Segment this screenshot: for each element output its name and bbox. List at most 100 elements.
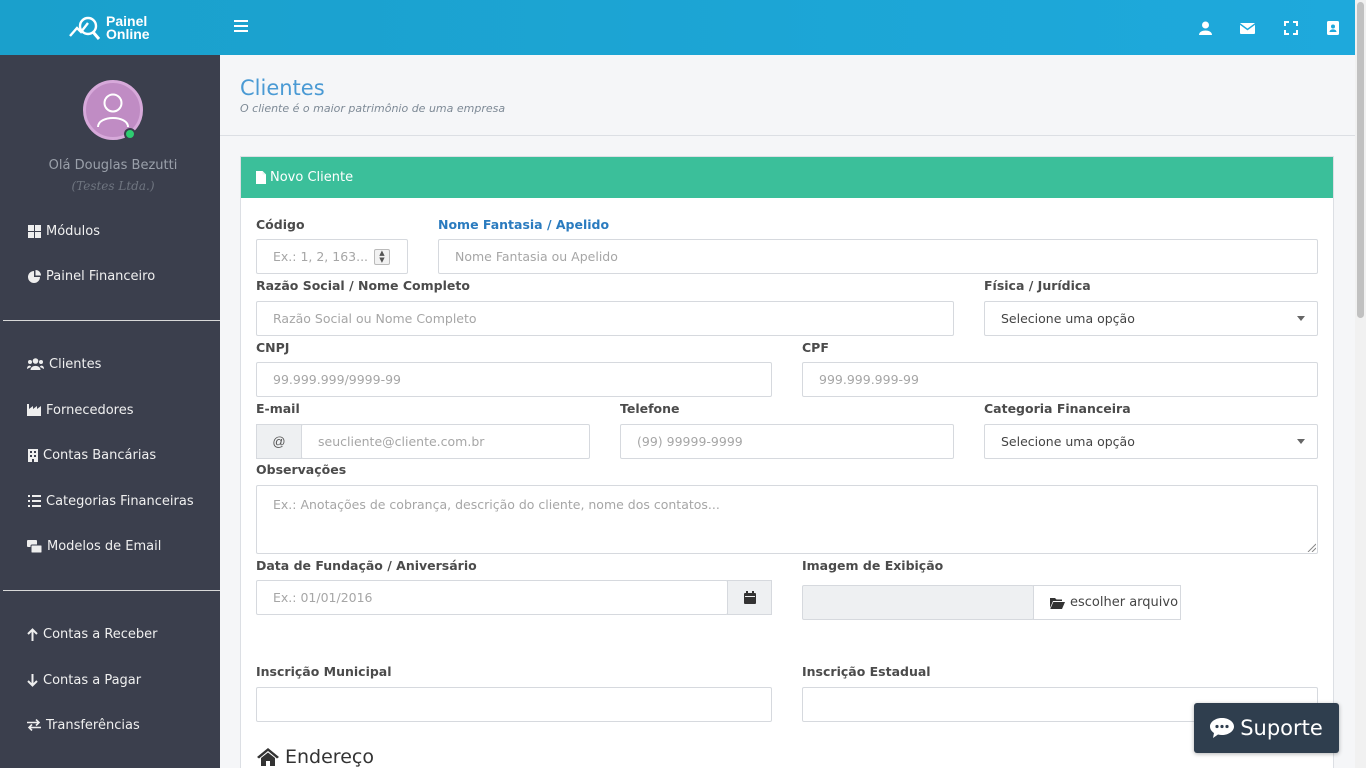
fullscreen-icon[interactable] xyxy=(1282,19,1300,37)
choose-file-label: escolher arquivo xyxy=(1070,595,1179,610)
list-icon xyxy=(27,494,41,508)
new-client-panel: Novo Cliente Código Ex.: 1, 2, 163... ▲ ▼… xyxy=(240,156,1334,768)
address-book-icon[interactable] xyxy=(1324,19,1342,37)
sidebar-item-label: Painel Financeiro xyxy=(46,268,156,284)
sidebar-item-categorias-financeiras[interactable]: Categorias Financeiras xyxy=(27,491,194,511)
sidebar-item-modulos[interactable]: Módulos xyxy=(27,221,100,241)
inscricao-estadual-label: Inscrição Estadual xyxy=(802,664,931,679)
sidebar-divider xyxy=(3,590,220,591)
data-fundacao-placeholder: Ex.: 01/01/2016 xyxy=(273,590,373,605)
inscricao-municipal-label: Inscrição Municipal xyxy=(256,664,392,679)
telefone-input[interactable]: (99) 99999-9999 xyxy=(620,424,954,459)
sidebar-item-contas-a-pagar[interactable]: Contas a Pagar xyxy=(27,670,141,690)
tipo-pessoa-value: Selecione uma opção xyxy=(1001,311,1135,326)
calendar-icon xyxy=(743,591,756,604)
envelope-icon[interactable] xyxy=(1238,19,1256,37)
sidebar-item-contas-bancarias[interactable]: Contas Bancárias xyxy=(27,445,156,465)
observacoes-label: Observações xyxy=(256,462,347,477)
menu-toggle-icon[interactable] xyxy=(234,20,248,34)
home-icon xyxy=(257,748,279,766)
tipo-pessoa-select[interactable]: Selecione uma opção xyxy=(984,301,1318,336)
chevron-down-icon xyxy=(1297,316,1305,321)
pie-chart-icon xyxy=(27,269,41,283)
codigo-input[interactable]: Ex.: 1, 2, 163... ▲ ▼ xyxy=(256,239,408,274)
razao-social-input[interactable]: Razão Social ou Nome Completo xyxy=(256,301,954,336)
logo-line-2: Online xyxy=(106,26,150,42)
nome-fantasia-label: Nome Fantasia / Apelido xyxy=(438,217,610,232)
nome-fantasia-input[interactable]: Nome Fantasia ou Apelido xyxy=(438,239,1318,274)
sidebar-item-label: Contas a Receber xyxy=(43,626,158,642)
telefone-label: Telefone xyxy=(620,401,680,416)
sidebar-item-contas-a-receber[interactable]: Contas a Receber xyxy=(27,624,158,644)
calendar-button[interactable] xyxy=(727,580,772,615)
cpf-placeholder: 999.999.999-99 xyxy=(819,372,919,387)
sidebar-item-label: Transferências xyxy=(46,717,140,733)
nome-fantasia-placeholder: Nome Fantasia ou Apelido xyxy=(455,249,618,264)
chevron-down-icon xyxy=(1297,439,1305,444)
user-greeting: Olá Douglas Bezutti xyxy=(48,158,178,173)
sidebar-item-label: Categorias Financeiras xyxy=(46,493,194,509)
sidebar-item-fornecedores[interactable]: Fornecedores xyxy=(27,400,134,420)
support-button[interactable]: Suporte xyxy=(1194,703,1339,753)
arrow-up-icon xyxy=(27,627,38,641)
categoria-value: Selecione uma opção xyxy=(1001,434,1135,449)
users-icon xyxy=(27,357,44,371)
page-scrollbar[interactable] xyxy=(1355,0,1366,768)
sidebar-item-modelos-de-email[interactable]: Modelos de Email xyxy=(27,536,161,556)
categoria-label: Categoria Financeira xyxy=(984,401,1131,416)
email-field[interactable]: seucliente@cliente.com.br xyxy=(301,424,590,459)
sidebar: Olá Douglas Bezutti (Testes Ltda.) Módul… xyxy=(0,55,220,768)
cpf-input[interactable]: 999.999.999-99 xyxy=(802,362,1318,397)
email-addon: @ xyxy=(256,424,302,459)
header-divider xyxy=(220,135,1355,136)
email-placeholder: seucliente@cliente.com.br xyxy=(318,434,485,449)
building-icon xyxy=(27,448,38,462)
cpf-label: CPF xyxy=(802,340,829,355)
razao-social-label: Razão Social / Nome Completo xyxy=(256,278,470,293)
sidebar-item-clientes[interactable]: Clientes xyxy=(27,354,101,374)
panel-header: Novo Cliente xyxy=(241,157,1333,198)
user-avatar-icon xyxy=(97,93,129,128)
panel-title: Novo Cliente xyxy=(270,170,354,185)
grid-icon xyxy=(27,224,41,238)
sidebar-item-painel-financeiro[interactable]: Painel Financeiro xyxy=(27,266,155,286)
endereco-title: Endereço xyxy=(285,746,374,768)
page-subtitle: O cliente é o maior patrimônio de uma em… xyxy=(240,102,506,115)
folder-open-icon xyxy=(1050,597,1065,609)
tipo-pessoa-label: Física / Jurídica xyxy=(984,278,1091,293)
arrow-down-icon xyxy=(27,673,38,687)
main-content: Clientes O cliente é o maior patrimônio … xyxy=(220,55,1355,768)
scrollbar-thumb[interactable] xyxy=(1357,2,1364,318)
logo-icon xyxy=(69,16,101,40)
sidebar-item-label: Contas Bancárias xyxy=(43,447,157,463)
logo-text: Painel Online xyxy=(106,14,150,42)
data-fundacao-input[interactable]: Ex.: 01/01/2016 xyxy=(256,580,728,615)
observacoes-textarea[interactable]: Ex.: Anotações de cobrança, descrição do… xyxy=(256,485,1318,554)
top-bar: Painel Online xyxy=(0,0,1355,55)
observacoes-placeholder: Ex.: Anotações de cobrança, descrição do… xyxy=(273,497,720,512)
choose-file-button[interactable]: escolher arquivo xyxy=(1033,585,1181,620)
company-name: (Testes Ltda.) xyxy=(71,179,155,193)
sidebar-divider xyxy=(3,320,220,321)
endereco-section-title: Endereço xyxy=(257,746,374,768)
categoria-select[interactable]: Selecione uma opção xyxy=(984,424,1318,459)
razao-social-placeholder: Razão Social ou Nome Completo xyxy=(273,311,477,326)
user-icon[interactable] xyxy=(1196,19,1214,37)
number-spinner-icon[interactable]: ▲ ▼ xyxy=(374,249,390,265)
sidebar-item-label: Módulos xyxy=(46,223,100,239)
telefone-placeholder: (99) 99999-9999 xyxy=(637,434,743,449)
app-logo[interactable]: Painel Online xyxy=(68,12,188,44)
cnpj-placeholder: 99.999.999/9999-99 xyxy=(273,372,402,387)
file-icon xyxy=(256,171,266,184)
imagem-label: Imagem de Exibição xyxy=(802,558,944,573)
sidebar-item-transferencias[interactable]: Transferências xyxy=(27,715,140,735)
online-status-dot xyxy=(124,128,136,140)
imagem-filename-field xyxy=(802,585,1034,620)
codigo-placeholder: Ex.: 1, 2, 163... xyxy=(273,249,369,264)
cnpj-label: CNPJ xyxy=(256,340,290,355)
resize-handle-icon[interactable] xyxy=(1307,543,1316,552)
data-fundacao-label: Data de Fundação / Aniversário xyxy=(256,558,477,573)
inscricao-municipal-input[interactable] xyxy=(256,687,772,722)
cnpj-input[interactable]: 99.999.999/9999-99 xyxy=(256,362,772,397)
at-sign: @ xyxy=(272,434,286,449)
